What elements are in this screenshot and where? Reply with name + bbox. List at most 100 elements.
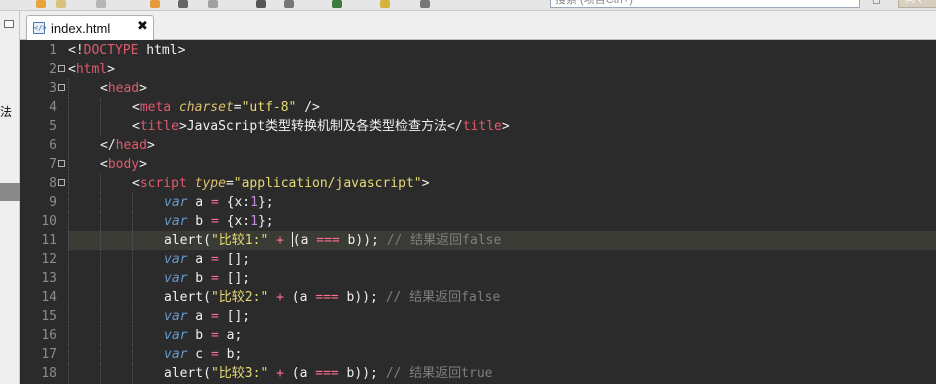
code-text: var a = []; (164, 307, 250, 326)
line-number: 14 (41, 290, 57, 305)
code-line[interactable]: 17 var c = b; (20, 345, 936, 364)
code-line[interactable]: 7 <body> (20, 155, 936, 174)
code-text: <html> (68, 60, 115, 79)
minimize-icon[interactable] (4, 20, 14, 28)
indent-guide (68, 345, 69, 364)
code-token: = (233, 100, 242, 115)
code-line[interactable]: 18 alert("比较3:" + (a === b)); // 结果返回true (20, 364, 936, 383)
code-line[interactable]: 9 var a = {x:1}; (20, 193, 936, 212)
code-token: < (132, 176, 140, 191)
code-token: b)); (338, 290, 386, 305)
indent-guide (68, 231, 69, 250)
code-token: "比较2:" (210, 290, 269, 305)
line-number: 17 (41, 347, 57, 362)
code-token: a (187, 309, 211, 324)
code-token: a (187, 195, 211, 210)
line-number: 6 (49, 138, 57, 153)
code-text: var c = b; (164, 345, 242, 364)
code-token: b)); (338, 366, 386, 381)
code-text: <head> (100, 79, 147, 98)
code-line[interactable]: 5 <title>JavaScript类型转换机制及各类型检查方法</title> (20, 117, 936, 136)
redo-icon[interactable] (208, 0, 218, 8)
code-line[interactable]: 16 var b = a; (20, 326, 936, 345)
code-token: <! (68, 43, 84, 58)
code-token: // 结果返回false (386, 233, 502, 248)
tab-close-button[interactable]: ✖ (137, 19, 148, 34)
tab-label: index.html (51, 21, 111, 36)
open-icon[interactable] (56, 0, 66, 8)
project-panel: 法 (0, 11, 20, 384)
indent-guide (132, 288, 133, 307)
project-item-selected[interactable] (0, 183, 20, 201)
font-a-italic-icon[interactable] (284, 0, 294, 8)
indent-guide (132, 269, 133, 288)
line-number: 3 (49, 81, 57, 96)
indent-guide (68, 193, 69, 212)
code-token: 1 (250, 195, 258, 210)
code-text: alert("比较1:" + (a === b)); // 结果返回false (164, 231, 501, 250)
code-line[interactable]: 1 <!DOCTYPE html> (20, 41, 936, 60)
code-token: a; (218, 328, 243, 343)
code-line[interactable]: 3 <head> (20, 79, 936, 98)
code-token: </ (100, 138, 116, 153)
code-line[interactable]: 13 var b = []; (20, 269, 936, 288)
code-token: []; (218, 252, 251, 267)
code-text: <body> (100, 155, 147, 174)
sync-button[interactable]: 同 ( (898, 0, 936, 8)
indent-guide (100, 193, 101, 212)
code-token: > (139, 157, 147, 172)
font-a-icon[interactable] (256, 0, 266, 8)
code-token: title (462, 119, 502, 134)
code-token: var (164, 328, 188, 343)
preview-icon[interactable] (420, 0, 430, 8)
code-token: (a (283, 290, 316, 305)
code-line[interactable]: 12 var a = []; (20, 250, 936, 269)
search-input[interactable]: 搜索 (项目Ctrl+) (550, 0, 860, 8)
indent-guide (68, 288, 69, 307)
code-line[interactable]: 10 var b = {x:1}; (20, 212, 936, 231)
code-token: }; (257, 214, 274, 229)
search-dropdown-icon[interactable]: ▢ (872, 0, 881, 6)
line-number: 8 (49, 176, 57, 191)
line-number: 12 (41, 252, 57, 267)
indent-guide (132, 231, 133, 250)
code-token: body (107, 157, 140, 172)
fold-toggle-icon[interactable] (58, 179, 65, 186)
code-token: var (164, 347, 188, 362)
code-token: title (139, 119, 179, 134)
code-line[interactable]: 11 alert("比较1:" + (a === b)); // 结果返回fals… (20, 231, 936, 250)
indent-guide (68, 364, 69, 383)
run-icon[interactable] (150, 0, 160, 8)
code-line[interactable]: 15 var a = []; (20, 307, 936, 326)
new-file-icon[interactable] (36, 0, 46, 8)
code-line[interactable]: 8 <script type="application/javascript"> (20, 174, 936, 193)
code-token: "application/javascript" (233, 176, 422, 191)
fold-toggle-icon[interactable] (58, 84, 65, 91)
code-line[interactable]: 14 alert("比较2:" + (a === b)); // 结果返回fals… (20, 288, 936, 307)
code-text: alert("比较3:" + (a === b)); // 结果返回true (164, 364, 493, 383)
code-token: > (139, 81, 147, 96)
code-editor[interactable]: 1 <!DOCTYPE html> 2 <html> 3 <head> 4 <meta cha… (20, 40, 936, 384)
line-number: 18 (41, 366, 57, 381)
code-line[interactable]: 6 </head> (20, 136, 936, 155)
chrome-icon[interactable] (380, 0, 390, 8)
code-token: > (107, 62, 115, 77)
project-item-label[interactable]: 法 (0, 103, 12, 120)
fold-toggle-icon[interactable] (58, 160, 65, 167)
code-token: {x: (218, 195, 251, 210)
save-icon[interactable] (96, 0, 106, 8)
fold-toggle-icon[interactable] (58, 65, 65, 72)
line-number: 11 (41, 233, 57, 248)
tab-index-html[interactable]: </> index.html ✖ (26, 15, 154, 40)
html-file-icon: </> (33, 22, 47, 34)
code-line[interactable]: 2 <html> (20, 60, 936, 79)
indent-guide (100, 250, 101, 269)
code-line[interactable]: 4 <meta charset="utf-8" /> (20, 98, 936, 117)
line-number: 1 (49, 43, 57, 58)
undo-icon[interactable] (178, 0, 188, 8)
indent-guide (68, 269, 69, 288)
code-text: var b = {x:1}; (164, 212, 274, 231)
code-token: (a (292, 233, 317, 248)
indent-guide (100, 288, 101, 307)
browser-icon[interactable] (332, 0, 342, 8)
